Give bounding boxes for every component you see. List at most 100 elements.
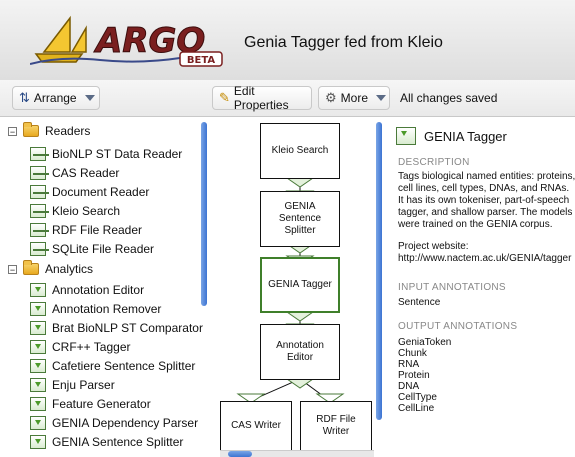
folder-label: Analytics	[45, 262, 94, 276]
analytic-component-icon	[30, 435, 46, 449]
tree-folder-analytics[interactable]: − Analytics	[8, 259, 93, 279]
tree-item-label: GENIA Dependency Parser	[52, 416, 199, 430]
node-label: Writer	[322, 426, 350, 437]
tree-item[interactable]: GENIA Dependency Parser	[30, 413, 198, 433]
collapse-icon[interactable]: −	[8, 126, 17, 136]
analytic-component-icon	[30, 359, 46, 373]
tree-item[interactable]: RDF File Reader	[30, 220, 142, 240]
input-annotation: Sentence	[398, 297, 441, 308]
tree-item-label: Annotation Remover	[52, 302, 162, 316]
svg-text:BETA: BETA	[187, 55, 215, 66]
tree-item[interactable]: Cafetiere Sentence Splitter	[30, 356, 195, 376]
website-link[interactable]: http://www.nactem.ac.uk/GENIA/tagger	[398, 253, 571, 265]
analytic-component-icon	[30, 283, 46, 297]
tree-folder-readers[interactable]: − Readers	[8, 121, 90, 141]
description-heading: DESCRIPTION	[398, 157, 470, 168]
tree-item[interactable]: Feature Generator	[30, 394, 151, 414]
chevron-down-icon	[84, 95, 95, 101]
tree-item-label: Cafetiere Sentence Splitter	[52, 359, 196, 373]
component-details-panel: GENIA Tagger DESCRIPTION Tags biological…	[384, 117, 575, 456]
tree-item[interactable]: Annotation Editor	[30, 280, 144, 300]
node-genia-sentence-splitter[interactable]: GENIA Sentence Splitter	[260, 191, 340, 247]
edit-properties-label: Edit Properties	[233, 84, 289, 112]
arrange-label: Arrange	[33, 91, 77, 105]
tree-item[interactable]: Kleio Search	[30, 201, 120, 221]
output-annotations-heading: OUTPUT ANNOTATIONS	[398, 321, 518, 332]
tree-item-label: RDF File Reader	[52, 223, 143, 237]
reader-component-icon	[30, 204, 49, 218]
output-annotation: CellType	[398, 392, 437, 403]
app-header: ARGO BETA Genia Tagger fed from Kleio	[0, 0, 575, 81]
reader-component-icon	[30, 242, 49, 256]
library-scrollbar[interactable]	[201, 122, 207, 306]
analytic-component-icon	[396, 127, 416, 145]
node-rdf-file-writer[interactable]: RDF File Writer	[300, 401, 372, 451]
collapse-icon[interactable]: −	[8, 264, 17, 274]
node-label: GENIA	[284, 201, 316, 212]
more-button[interactable]: ⚙ More	[318, 86, 390, 110]
arrange-icon: ⇅	[19, 90, 30, 105]
tree-item[interactable]: SQLite File Reader	[30, 239, 154, 259]
tree-item-label: Kleio Search	[52, 204, 121, 218]
details-title: GENIA Tagger	[424, 128, 507, 144]
folder-icon	[23, 122, 39, 137]
save-status: All changes saved	[400, 91, 498, 105]
folder-icon	[23, 260, 39, 275]
output-annotation: DNA	[398, 381, 420, 392]
node-label: Editor	[286, 352, 314, 363]
node-annotation-editor[interactable]: Annotation Editor	[260, 324, 340, 380]
reader-component-icon	[30, 166, 49, 180]
workflow-title: Genia Tagger fed from Kleio	[244, 34, 443, 51]
tree-item-label: CAS Reader	[52, 166, 120, 180]
node-genia-tagger[interactable]: GENIA Tagger	[260, 257, 340, 313]
details-header: GENIA Tagger	[396, 127, 507, 145]
analytic-component-icon	[30, 416, 46, 430]
workflow-canvas[interactable]: Kleio Search GENIA Sentence Splitter GEN…	[210, 117, 382, 456]
description-line: were trained on the GENIA corpus.	[398, 219, 553, 230]
node-label: GENIA Tagger	[268, 279, 332, 290]
tree-item[interactable]: Annotation Remover	[30, 299, 161, 319]
analytic-component-icon	[30, 397, 46, 411]
folder-label: Readers	[45, 124, 91, 138]
tree-item-label: SQLite File Reader	[52, 242, 155, 256]
more-label: More	[340, 91, 368, 105]
canvas-vertical-scrollbar[interactable]	[376, 122, 382, 420]
tree-item-label: BioNLP ST Data Reader	[52, 147, 183, 161]
node-label: Annotation	[276, 340, 324, 351]
tree-item[interactable]: BioNLP ST Data Reader	[30, 144, 182, 164]
tree-item-label: Enju Parser	[52, 378, 115, 392]
node-label: Sentence	[278, 213, 322, 224]
scroll-thumb[interactable]	[228, 451, 252, 457]
analytic-component-icon	[30, 378, 46, 392]
component-library-panel: − Readers BioNLP ST Data Reader CAS Read…	[0, 117, 210, 456]
argo-logo[interactable]: ARGO BETA	[29, 10, 240, 68]
output-annotation: CellLine	[398, 403, 435, 414]
description-line: It has its own tokeniser, part-of-speech	[398, 195, 570, 206]
node-cas-writer[interactable]: CAS Writer	[220, 401, 292, 451]
reader-component-icon	[30, 223, 49, 237]
tree-item-label: Annotation Editor	[52, 283, 145, 297]
description-line: cell lines, cell types, DNAs, and RNAs.	[398, 183, 570, 194]
tree-item-label: GENIA Sentence Splitter	[52, 435, 184, 449]
analytic-component-icon	[30, 340, 46, 354]
tree-item[interactable]: CRF++ Tagger	[30, 337, 131, 357]
analytic-component-icon	[30, 321, 46, 335]
output-annotation: RNA	[398, 359, 420, 370]
node-label: Splitter	[284, 225, 316, 236]
tree-item[interactable]: CAS Reader	[30, 163, 119, 183]
tree-item-label: CRF++ Tagger	[52, 340, 131, 354]
tree-item[interactable]: GENIA Sentence Splitter	[30, 432, 183, 452]
output-annotation: Chunk	[398, 348, 427, 359]
input-annotations-heading: INPUT ANNOTATIONS	[398, 282, 506, 293]
node-label: CAS Writer	[231, 420, 281, 431]
gear-icon: ⚙	[325, 90, 337, 105]
node-kleio-search[interactable]: Kleio Search	[260, 123, 340, 179]
tree-item[interactable]: Brat BioNLP ST Comparator	[30, 318, 203, 338]
analytic-component-icon	[30, 302, 46, 316]
tree-item[interactable]: Document Reader	[30, 182, 149, 202]
edit-properties-button[interactable]: ✎ Edit Properties	[212, 84, 312, 112]
node-label: Kleio Search	[271, 145, 329, 156]
reader-component-icon	[30, 147, 49, 161]
tree-item[interactable]: Enju Parser	[30, 375, 115, 395]
arrange-button[interactable]: ⇅ Arrange	[12, 86, 100, 110]
